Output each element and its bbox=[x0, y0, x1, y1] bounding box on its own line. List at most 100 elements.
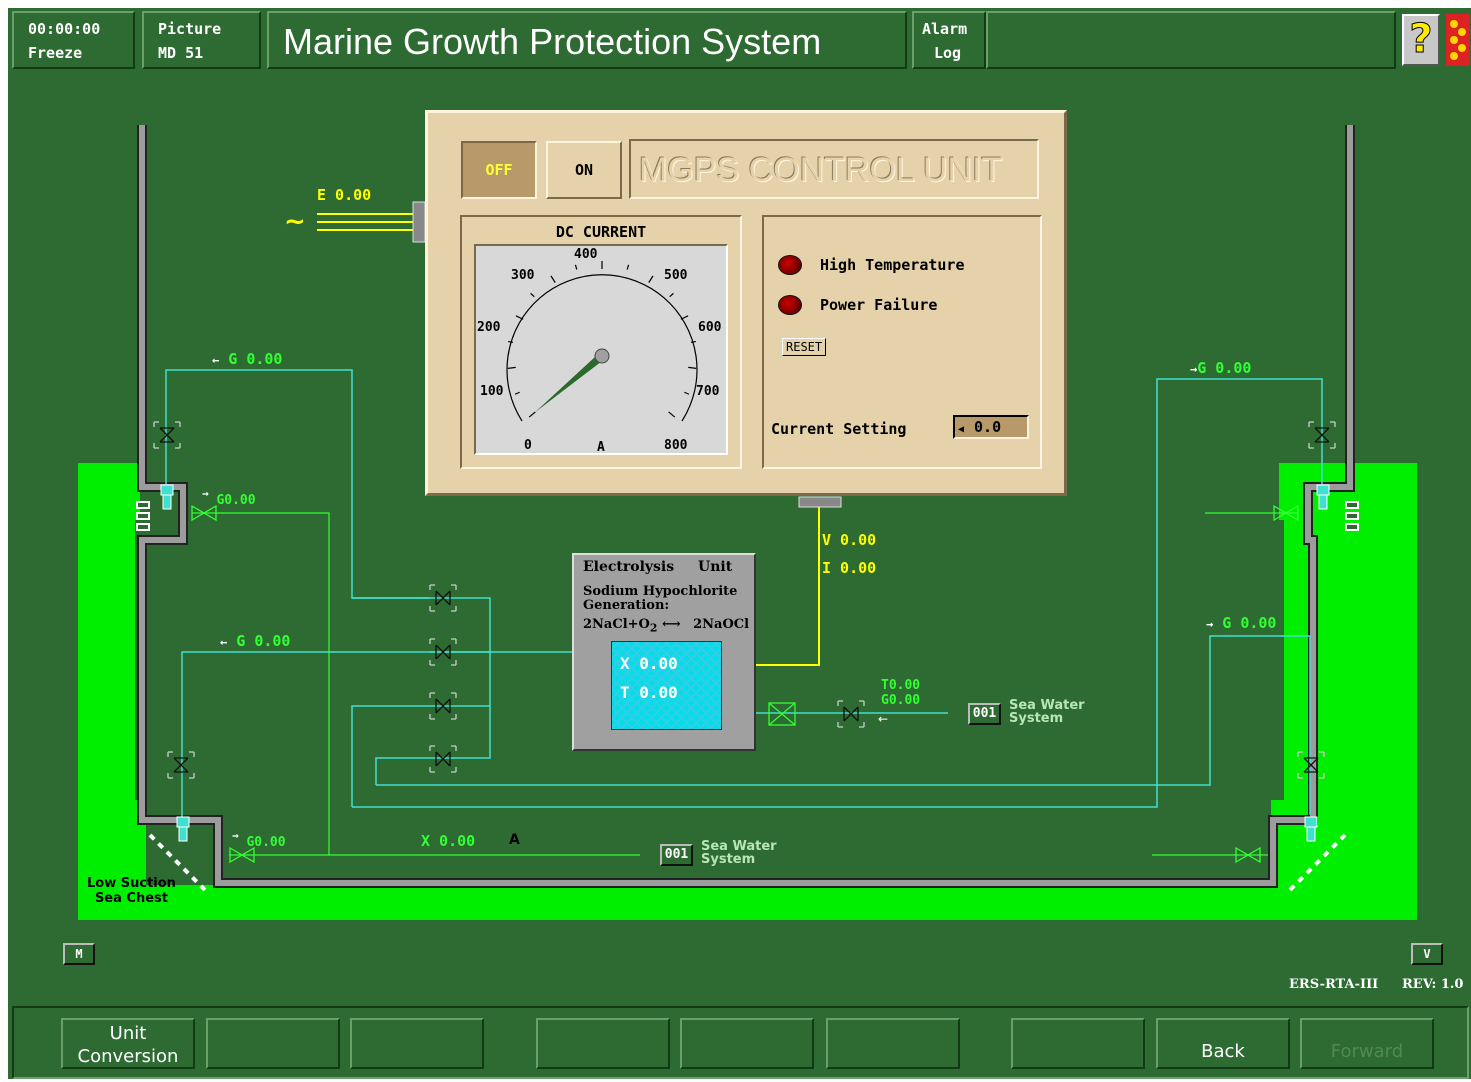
gauge-tick-label: 200 bbox=[477, 320, 501, 335]
power-failure-lamp-icon bbox=[778, 295, 802, 315]
valve-icon[interactable] bbox=[166, 750, 196, 780]
bottom-unit-label: A bbox=[509, 832, 520, 848]
bottom-button-unit-conversion[interactable]: Unit Conversion bbox=[61, 1018, 195, 1069]
dc-current-gauge: DC CURRENT 0 100 200 300 400 500 600 700… bbox=[460, 215, 742, 469]
bottom-button-label bbox=[828, 1020, 958, 1040]
gauge-tick-label: 800 bbox=[664, 438, 688, 453]
bottom-button-empty[interactable] bbox=[680, 1018, 814, 1069]
electrolysis-unit[interactable]: Electrolysis Unit Sodium Hypochlorite Ge… bbox=[572, 553, 756, 751]
sea-valve-icon[interactable] bbox=[1234, 846, 1262, 864]
supply-voltage-readout: E 0.00 bbox=[317, 186, 372, 204]
bottom-button-label bbox=[682, 1020, 812, 1040]
svg-text:~: ~ bbox=[284, 207, 306, 237]
v-button[interactable]: V bbox=[1411, 943, 1443, 965]
gauge-face: 0 100 200 300 400 500 600 700 800 A bbox=[474, 244, 728, 455]
valve-icon[interactable] bbox=[1296, 750, 1326, 780]
electrolysis-title: Electrolysis bbox=[583, 559, 675, 575]
voltage-readout: V 0.00 bbox=[822, 531, 877, 549]
bottom-button-empty[interactable] bbox=[536, 1018, 670, 1069]
bottom-x-readout: X 0.00 bbox=[421, 832, 476, 850]
left-mid-flow-readout: ← G 0.00 bbox=[220, 632, 291, 650]
gauge-tick-label: 700 bbox=[696, 384, 720, 399]
left-sea-flow-readout: → G0.00 bbox=[202, 487, 256, 508]
gauge-tick bbox=[508, 340, 514, 343]
bottom-button-empty[interactable] bbox=[1011, 1018, 1145, 1069]
power-failure-label: Power Failure bbox=[820, 296, 938, 314]
gauge-tick-label: 500 bbox=[664, 268, 688, 283]
bottom-button-label: Unit Conversion bbox=[77, 1023, 179, 1067]
gauge-needle bbox=[534, 352, 605, 413]
valve-icon[interactable] bbox=[152, 420, 182, 450]
high-temperature-label: High Temperature bbox=[820, 256, 965, 274]
valve-icon[interactable] bbox=[428, 691, 458, 721]
system-id: ERS-RTA-III bbox=[1289, 977, 1379, 992]
right-mid-flow-readout: → G 0.00 bbox=[1206, 614, 1277, 632]
decrease-arrow-icon[interactable]: ◀ bbox=[955, 424, 974, 435]
mgps-control-unit: OFF ON MGPS CONTROL UNIT DC CURRENT 0 10… bbox=[425, 110, 1067, 496]
gauge-tick bbox=[648, 275, 654, 283]
gauge-tick bbox=[528, 411, 536, 418]
electrolyser-cell: X 0.00 T 0.00 bbox=[611, 641, 722, 730]
bottom-button-empty[interactable] bbox=[826, 1018, 960, 1069]
gauge-tick bbox=[574, 264, 578, 270]
gauge-title: DC CURRENT bbox=[555, 223, 647, 241]
off-button[interactable]: OFF bbox=[461, 141, 537, 199]
bottom-button-label bbox=[352, 1020, 482, 1040]
electrolysis-formula: 2NaCl+O2 ⟷ 2NaOCl bbox=[583, 617, 750, 635]
sea-water-tag[interactable]: 001 bbox=[660, 844, 693, 866]
current-setting-label: Current Setting bbox=[771, 420, 907, 438]
gauge-tick bbox=[668, 411, 676, 418]
bottom-button-label: Forward bbox=[1330, 1041, 1404, 1062]
m-button[interactable]: M bbox=[63, 943, 95, 965]
revision: REV: 1.0 bbox=[1402, 977, 1464, 992]
cell-t-readout: T 0.00 bbox=[620, 683, 678, 702]
bottom-button-label: Back bbox=[1201, 1041, 1245, 1062]
valve-icon[interactable] bbox=[428, 744, 458, 774]
sea-water-label: Sea Water System bbox=[1009, 698, 1085, 726]
high-temperature-lamp-icon bbox=[778, 255, 802, 275]
reset-button[interactable]: RESET bbox=[782, 338, 827, 356]
sea-water-label: Sea Water System bbox=[701, 839, 777, 867]
current-setting-input[interactable]: ◀ 0.0 bbox=[953, 415, 1029, 439]
bottom-button-empty[interactable] bbox=[206, 1018, 340, 1069]
gauge-tick bbox=[550, 275, 556, 283]
gauge-tick bbox=[684, 391, 690, 395]
gauge-tick bbox=[690, 340, 696, 343]
bottom-button-empty[interactable] bbox=[350, 1018, 484, 1069]
on-button[interactable]: ON bbox=[546, 141, 622, 199]
current-readout: I 0.00 bbox=[822, 559, 877, 577]
gauge-tick bbox=[507, 366, 516, 369]
bottom-button-label bbox=[208, 1020, 338, 1040]
gauge-tick bbox=[514, 391, 520, 395]
valve-icon[interactable] bbox=[428, 637, 458, 667]
bottom-button-label bbox=[538, 1020, 668, 1040]
electrolysis-description: Sodium Hypochlorite Generation: bbox=[583, 584, 738, 613]
gauge-tick-label: 300 bbox=[511, 268, 535, 283]
right-top-flow-readout: →G 0.00 bbox=[1190, 359, 1252, 377]
gauge-tick bbox=[688, 366, 697, 369]
bottom-button-back[interactable]: Back bbox=[1156, 1018, 1290, 1069]
gauge-tick bbox=[626, 264, 630, 270]
left-top-flow-readout: ← G 0.00 bbox=[212, 350, 283, 368]
feed-arrow-icon: ← bbox=[878, 712, 889, 726]
control-unit-title: MGPS CONTROL UNIT bbox=[629, 139, 1039, 199]
gauge-tick-label: 0 bbox=[524, 438, 532, 453]
left-bottom-flow-readout: → G0.00 bbox=[232, 829, 286, 850]
valve-icon[interactable] bbox=[836, 699, 866, 729]
bottom-button-label bbox=[1013, 1020, 1143, 1040]
gauge-tick-label: 600 bbox=[698, 320, 722, 335]
alarm-panel: High Temperature Power Failure RESET Cur… bbox=[762, 215, 1042, 469]
sea-chest-label: Low Suction Sea Chest bbox=[87, 876, 176, 906]
valve-icon[interactable] bbox=[428, 583, 458, 613]
gauge-tick bbox=[669, 292, 674, 298]
bottom-button-forward[interactable]: Forward bbox=[1300, 1018, 1434, 1069]
sea-water-tag[interactable]: 001 bbox=[968, 703, 1001, 725]
filter-icon bbox=[768, 702, 796, 726]
gauge-tick bbox=[530, 292, 535, 298]
feed-readout: T0.00 G0.00 bbox=[881, 678, 921, 708]
electrolysis-title-unit: Unit bbox=[698, 559, 733, 575]
valve-icon[interactable] bbox=[1307, 420, 1337, 450]
gauge-tick-label: 400 bbox=[574, 247, 598, 262]
sea-valve-icon[interactable] bbox=[1272, 504, 1300, 522]
cell-x-readout: X 0.00 bbox=[620, 654, 678, 673]
